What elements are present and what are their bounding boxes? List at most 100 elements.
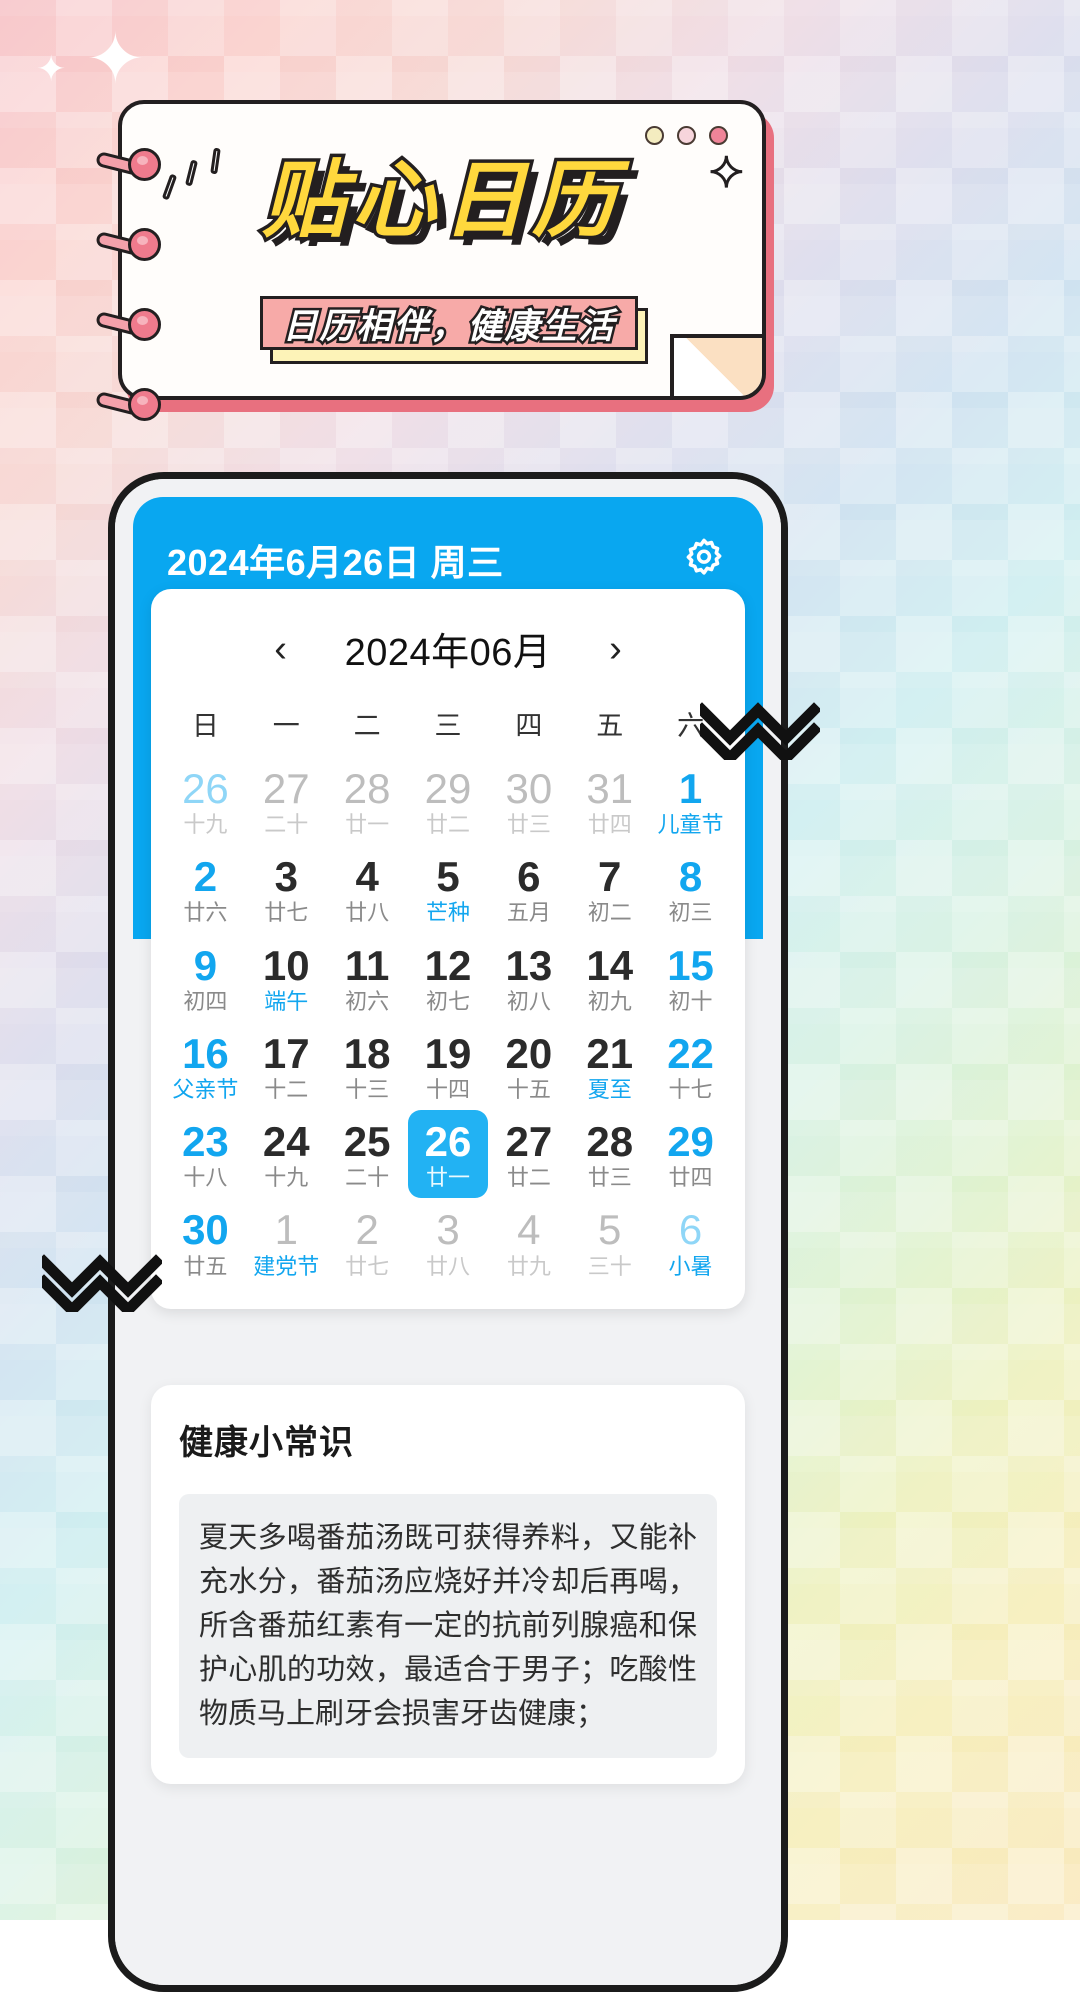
hero-banner: ✦ 贴心日历 日历相伴，健康生活 [94,100,774,421]
calendar-day[interactable]: 2 廿六 [165,845,246,933]
calendar-day-lunar: 初八 [506,988,551,1014]
calendar-day-lunar: 廿一 [425,1165,470,1191]
gear-icon[interactable] [679,535,729,585]
calendar-day[interactable]: 29 廿二 [408,757,489,845]
calendar-day[interactable]: 12 初七 [408,934,489,1022]
calendar-day[interactable]: 30 廿五 [165,1198,246,1286]
hero-title: 贴心日历 [258,151,622,249]
hero-subtitle: 日历相伴，健康生活 [280,304,616,349]
calendar-day-number: 17 [262,1029,310,1077]
calendar-day[interactable]: 5 芒种 [408,845,489,933]
calendar-day-lunar: 廿七 [264,900,309,926]
calendar-day-lunar: 建党节 [253,1253,320,1279]
calendar-day-number: 29 [667,1118,714,1166]
calendar-day-number: 28 [586,1118,634,1166]
calendar-day-number: 6 [678,1206,703,1254]
calendar-day-lunar: 廿九 [506,1253,551,1279]
calendar-day[interactable]: 14 初九 [569,934,650,1022]
calendar-day-lunar: 芒种 [425,900,470,926]
calendar-day-lunar: 廿四 [587,812,632,838]
zigzag-decoration-right [700,700,820,760]
calendar-day[interactable]: 13 初八 [488,934,569,1022]
window-dot-2[interactable] [677,126,696,145]
prev-month-button[interactable]: ‹ [261,630,301,668]
calendar-day[interactable]: 21 夏至 [569,1022,650,1110]
calendar-day[interactable]: 7 初二 [569,845,650,933]
calendar-day[interactable]: 23 十八 [165,1110,246,1198]
calendar-day[interactable]: 3 廿七 [246,845,327,933]
weekday-label-0: 日 [191,711,219,741]
calendar-day[interactable]: 30 廿三 [488,757,569,845]
calendar-day-lunar: 廿七 [345,1253,390,1279]
calendar-day[interactable]: 28 廿一 [327,757,408,845]
calendar-day[interactable]: 10 端午 [246,934,327,1022]
calendar-day[interactable]: 18 十三 [327,1022,408,1110]
calendar-day-number: 27 [262,765,310,812]
calendar-day[interactable]: 16 父亲节 [165,1022,246,1110]
calendar-day-lunar: 十七 [668,1076,713,1102]
calendar-day[interactable]: 4 廿九 [488,1198,569,1286]
calendar-day-lunar: 廿二 [425,812,470,838]
calendar-day-lunar: 儿童节 [657,812,724,838]
zigzag-decoration-left [42,1252,162,1312]
calendar-day[interactable]: 1 建党节 [246,1198,327,1286]
calendar-day-selected[interactable]: 26 廿一 [407,1110,489,1199]
calendar-day[interactable]: 27 二十 [246,757,327,845]
weekday-label-4: 四 [515,711,543,741]
calendar-day[interactable]: 9 初四 [165,934,246,1022]
calendar-day[interactable]: 2 廿七 [327,1198,408,1286]
hero-sheet: ✦ 贴心日历 日历相伴，健康生活 [118,100,766,400]
calendar-day[interactable]: 20 十五 [488,1022,569,1110]
calendar-day[interactable]: 28 廿三 [569,1110,650,1198]
window-dot-1[interactable] [645,126,664,145]
calendar-day-number: 24 [262,1118,310,1166]
calendar-day-lunar: 父亲节 [172,1076,239,1102]
calendar-day-lunar: 廿六 [183,900,228,926]
calendar-day[interactable]: 17 十二 [246,1022,327,1110]
calendar-day-number: 9 [193,941,218,989]
calendar-day[interactable]: 5 三十 [569,1198,650,1286]
calendar-day-lunar: 廿一 [345,812,390,838]
health-tips-body: 夏天多喝番茄汤既可获得养料，又能补充水分，番茄汤应烧好并冷却后再喝，所含番茄红素… [179,1494,717,1759]
calendar-day-number: 4 [355,853,379,901]
calendar-day-lunar: 初二 [587,900,632,926]
calendar-day[interactable]: 4 廿八 [327,845,408,933]
calendar-day-lunar: 十四 [425,1076,470,1102]
calendar-day[interactable]: 1 儿童节 [650,757,731,845]
calendar-day[interactable]: 8 初三 [650,845,731,933]
calendar-day[interactable]: 27 廿二 [488,1110,569,1198]
calendar-day-lunar: 初七 [425,988,470,1014]
calendar-day[interactable]: 6 小暑 [650,1198,731,1286]
calendar-day[interactable]: 15 初十 [650,934,731,1022]
calendar-day-lunar: 初三 [668,900,713,926]
calendar-day-number: 25 [343,1118,391,1166]
calendar-day-number: 20 [505,1029,553,1077]
calendar-day[interactable]: 11 初六 [327,934,408,1022]
calendar-day[interactable]: 6 五月 [488,845,569,933]
calendar-day-number: 4 [517,1206,541,1254]
calendar-day[interactable]: 3 廿八 [408,1198,489,1286]
calendar-day-lunar: 三十 [587,1253,632,1279]
window-dot-3[interactable] [709,126,728,145]
page-corner-fold [670,334,762,396]
calendar-day-lunar: 十二 [264,1076,309,1102]
current-date-label: 2024年6月26日 周三 [167,541,504,583]
calendar-day[interactable]: 25 二十 [327,1110,408,1198]
calendar-day-number: 7 [598,853,622,901]
calendar-day-number: 2 [193,853,218,901]
calendar-day-lunar: 二十 [264,812,309,838]
calendar-day[interactable]: 22 十七 [650,1022,731,1110]
calendar-day[interactable]: 24 十九 [246,1110,327,1198]
next-month-button[interactable]: › [595,630,635,668]
calendar-day-lunar: 廿八 [345,900,390,926]
calendar-day[interactable]: 31 廿四 [569,757,650,845]
calendar-day[interactable]: 26 十九 [165,757,246,845]
calendar-day-lunar: 十九 [264,1165,309,1191]
calendar-day-number: 10 [262,941,310,989]
calendar-day-number: 15 [667,941,714,989]
calendar-day[interactable]: 19 十四 [408,1022,489,1110]
calendar-day[interactable]: 29 廿四 [650,1110,731,1198]
weekday-label-1: 一 [272,711,300,741]
sparkle-icon: ✦ [86,20,145,98]
calendar-day-lunar: 初六 [345,988,390,1014]
